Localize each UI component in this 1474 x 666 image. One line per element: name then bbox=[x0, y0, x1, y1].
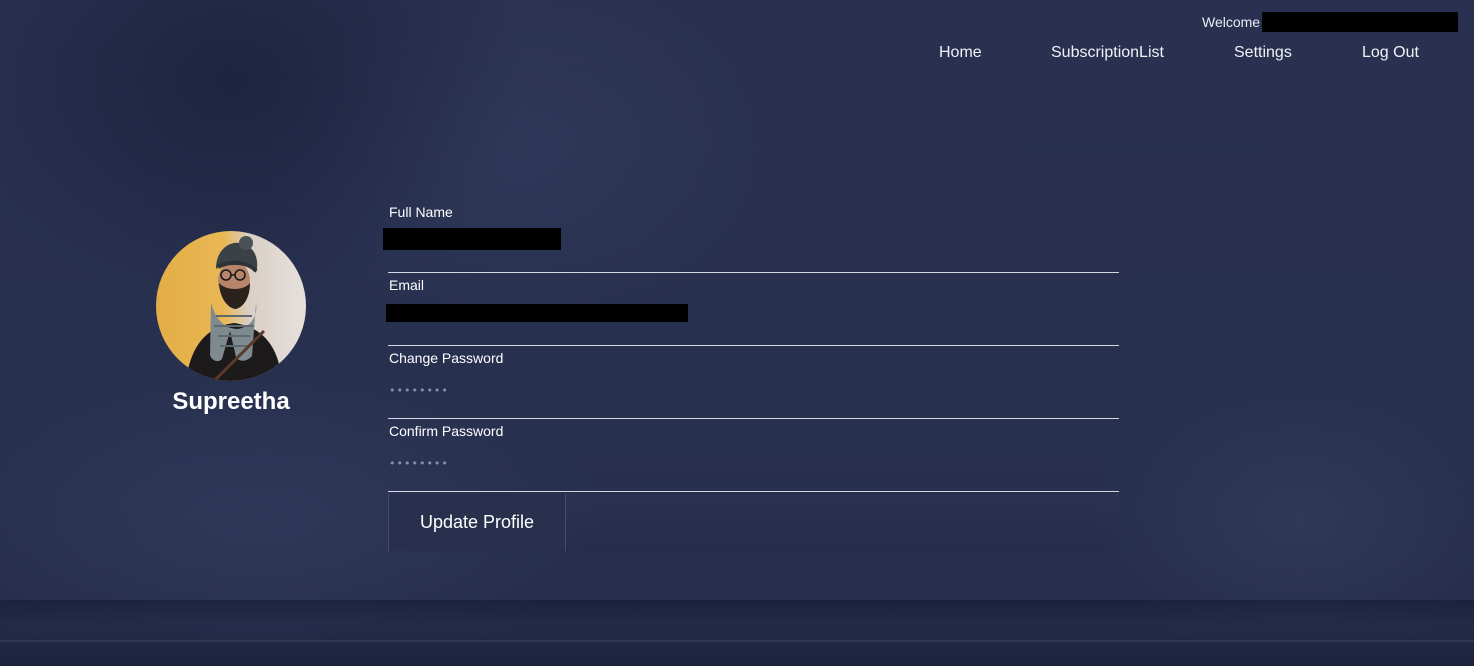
profile-name: Supreetha bbox=[172, 388, 290, 415]
email-value-redacted bbox=[386, 304, 688, 322]
background-band bbox=[0, 600, 1474, 666]
change-password-input[interactable]: •••••••• bbox=[389, 384, 449, 397]
full-name-value-redacted bbox=[383, 228, 561, 250]
nav-settings-link[interactable]: Settings bbox=[1234, 44, 1292, 62]
nav-logout-link[interactable]: Log Out bbox=[1362, 44, 1419, 62]
change-password-field[interactable]: Change Password •••••••• bbox=[388, 346, 1119, 419]
email-label: Email bbox=[389, 277, 425, 293]
confirm-password-label: Confirm Password bbox=[389, 423, 504, 439]
top-nav: Home SubscriptionList Settings Log Out bbox=[0, 44, 1474, 68]
avatar bbox=[156, 231, 306, 381]
confirm-password-field[interactable]: Confirm Password •••••••• bbox=[388, 419, 1119, 492]
welcome-label: Welcome bbox=[1202, 14, 1261, 30]
button-row-background bbox=[566, 494, 1119, 551]
confirm-password-underline bbox=[388, 491, 1119, 492]
update-profile-button[interactable]: Update Profile bbox=[388, 494, 566, 551]
nav-home-link[interactable]: Home bbox=[939, 44, 982, 62]
avatar-photo bbox=[156, 231, 306, 381]
full-name-label: Full Name bbox=[389, 204, 453, 220]
email-field[interactable]: Email bbox=[386, 273, 1119, 346]
welcome-message: Welcome bbox=[1202, 12, 1459, 32]
change-password-label: Change Password bbox=[389, 350, 504, 366]
confirm-password-input[interactable]: •••••••• bbox=[389, 457, 449, 470]
nav-subscription-list-link[interactable]: SubscriptionList bbox=[1051, 44, 1164, 62]
welcome-user-redacted bbox=[1262, 12, 1459, 32]
full-name-field[interactable]: Full Name bbox=[383, 200, 1119, 273]
